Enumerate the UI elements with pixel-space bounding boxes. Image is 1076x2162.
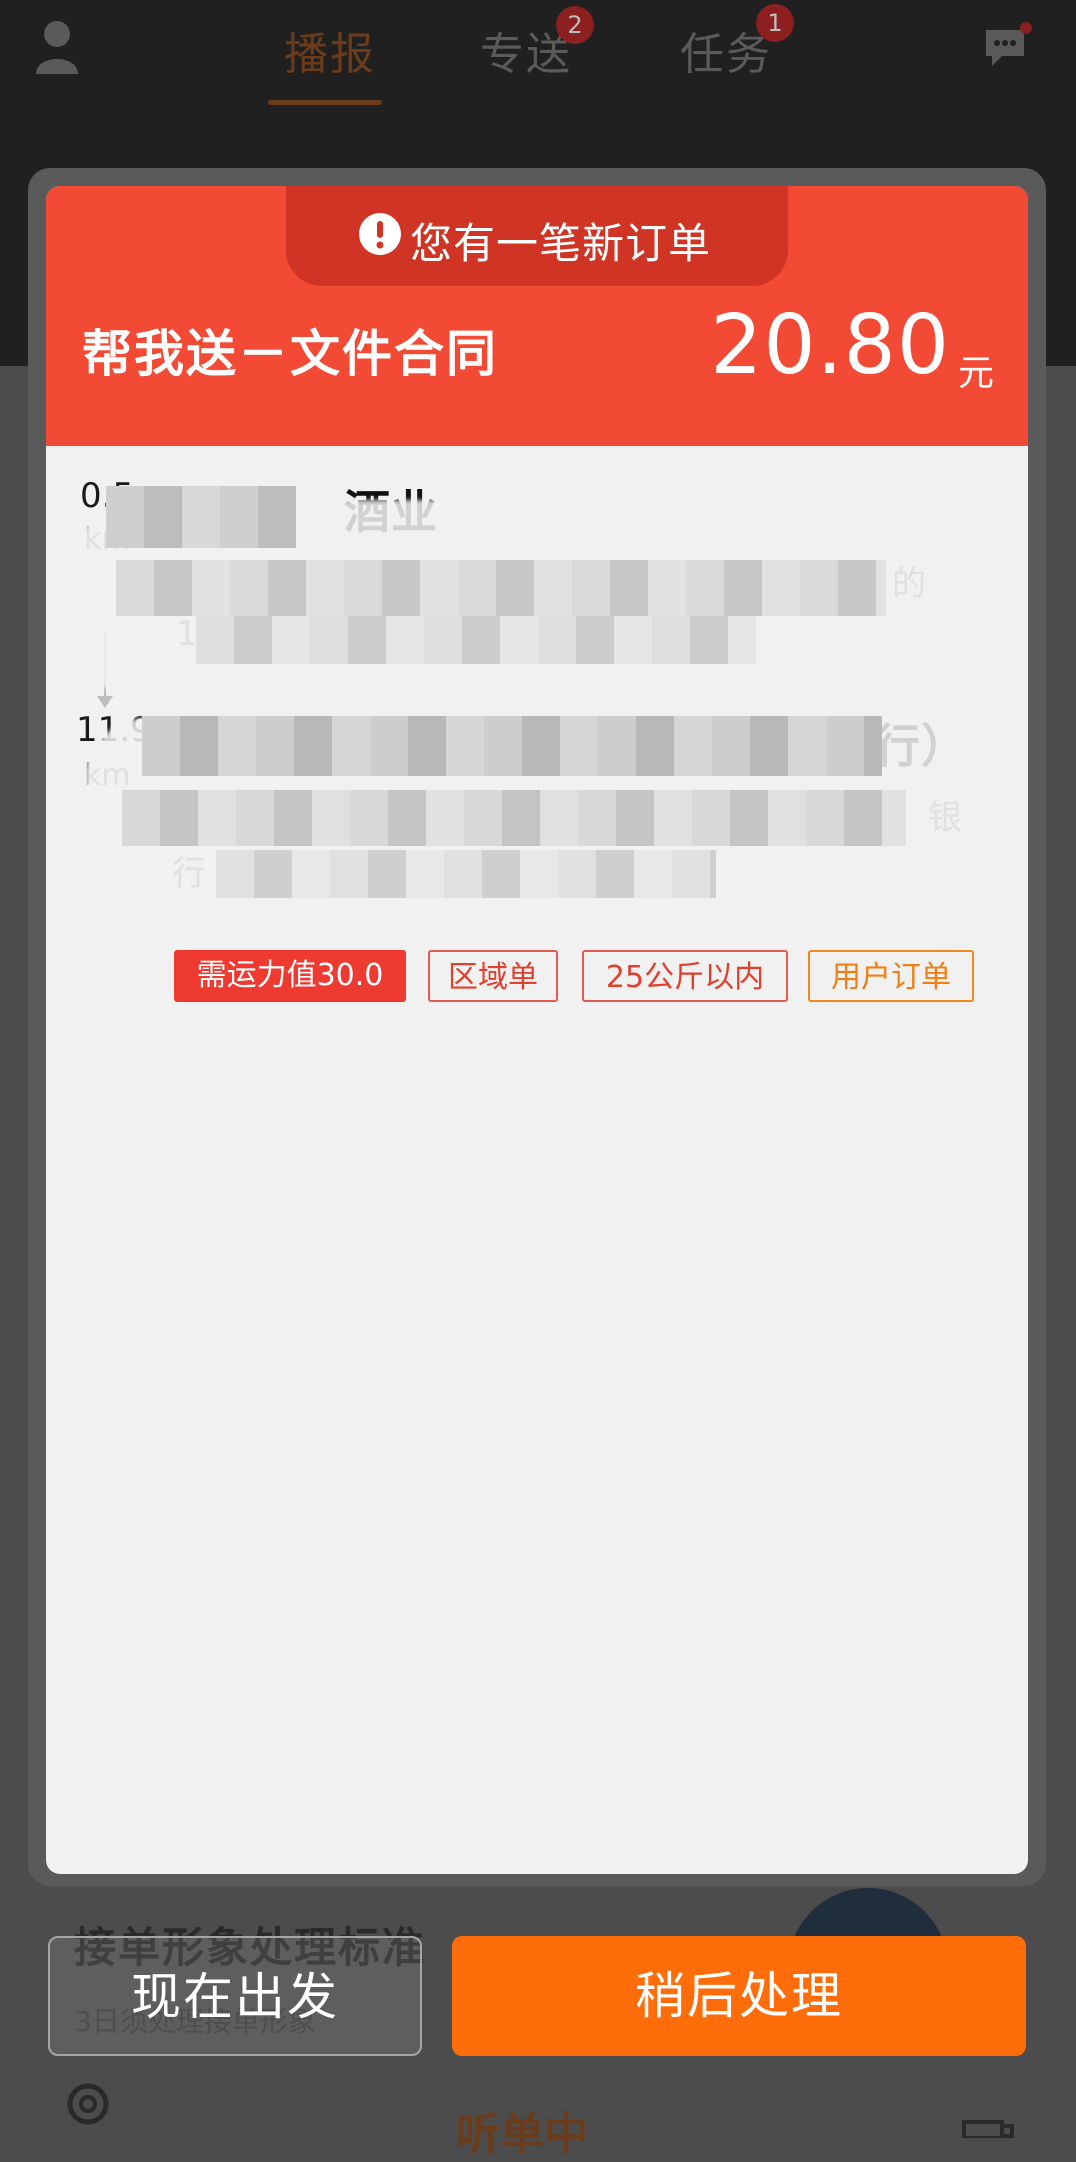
- redaction-pixels: [122, 790, 906, 846]
- tag-capacity: 需运力值30.0: [174, 950, 406, 1002]
- tab-active-indicator: [268, 100, 382, 105]
- tag-weight-limit: 25公斤以内: [582, 950, 788, 1002]
- handle-later-button[interactable]: 稍后处理: [452, 1936, 1026, 2056]
- price-unit: 元: [957, 353, 994, 394]
- route-arrow-icon: [97, 696, 113, 708]
- order-price: 20.80: [710, 298, 950, 393]
- settings-gear-icon[interactable]: [58, 2074, 118, 2134]
- new-order-modal: 您有一笔新订单 帮我送－文件合同 20.80 元 0.5 km 酒业 的 10 …: [46, 186, 1028, 1874]
- order-title: 帮我送－文件合同: [82, 325, 498, 383]
- new-order-notice: 您有一笔新订单: [410, 219, 712, 268]
- tag-user-order: 用户订单: [808, 950, 974, 1002]
- depart-now-button[interactable]: 现在出发: [48, 1936, 422, 2056]
- tag-area-order: 区域单: [428, 950, 558, 1002]
- redaction-pixels: [216, 850, 716, 898]
- redaction-pixels: [142, 716, 882, 776]
- exclamation-icon: [359, 213, 401, 255]
- redaction-pixels: [116, 560, 886, 616]
- redaction-pixels: [196, 616, 756, 664]
- user-icon[interactable]: [34, 18, 80, 74]
- tab-broadcast[interactable]: 播报: [284, 18, 376, 82]
- tab-tasks-badge: 1: [756, 4, 794, 42]
- cup-icon[interactable]: [958, 2120, 1018, 2138]
- redaction-pixels: [106, 486, 296, 548]
- tab-dedicated-badge: 2: [556, 6, 594, 44]
- message-icon[interactable]: [982, 22, 1032, 72]
- listening-status[interactable]: 听单中: [456, 2098, 588, 2162]
- modal-header: 您有一笔新订单 帮我送－文件合同 20.80 元: [46, 186, 1028, 446]
